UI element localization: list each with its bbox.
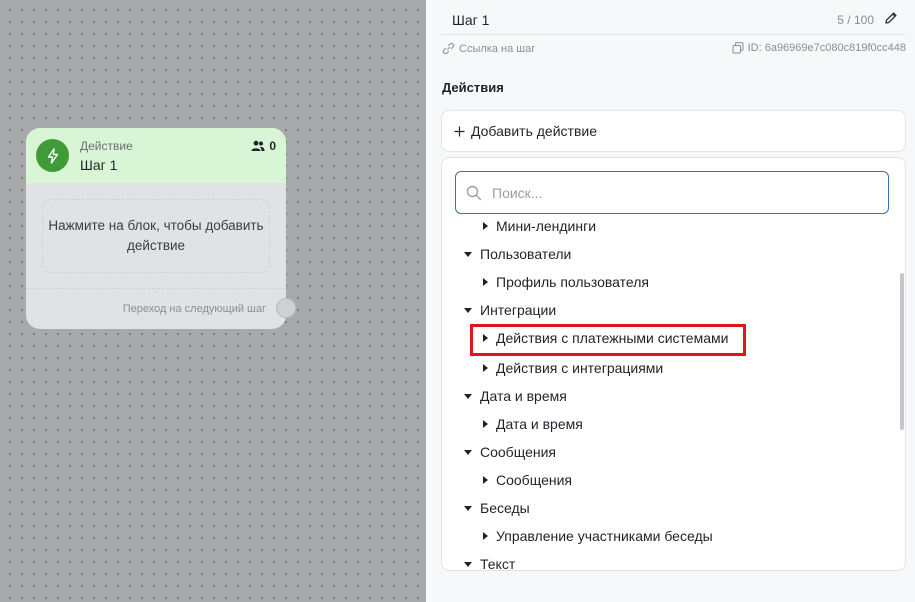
tree-group[interactable]: Сообщения: [464, 444, 556, 460]
link-icon: [442, 42, 455, 55]
tree-group[interactable]: Дата и время: [464, 388, 567, 404]
tree-group[interactable]: Интеграции: [464, 302, 556, 318]
node-header: Действие Шаг 1 0: [26, 128, 286, 183]
tree-item-label: Дата и время: [496, 416, 583, 432]
next-step-connector[interactable]: [276, 298, 296, 318]
step-link-label: Ссылка на шаг: [459, 42, 536, 55]
tree-item[interactable]: Дата и время: [483, 416, 583, 432]
plus-icon: [454, 126, 465, 136]
users-count: 0: [269, 139, 276, 153]
tree-item-label: Действия с интеграциями: [496, 360, 664, 376]
tree-group-label: Пользователи: [480, 246, 572, 262]
step-link[interactable]: Ссылка на шаг: [442, 42, 535, 55]
lightning-icon: [36, 139, 69, 172]
tree-group[interactable]: Беседы: [464, 500, 530, 516]
caret-right-icon: [483, 222, 488, 230]
tree-item[interactable]: Мини-лендинги: [483, 218, 596, 234]
tree-group-label: Текст: [480, 556, 516, 571]
caret-down-icon: [464, 307, 472, 313]
highlight-box: [470, 324, 746, 356]
tree-item-label: Управление участниками беседы: [496, 528, 713, 544]
tree-group-label: Интеграции: [480, 302, 557, 318]
tree-group-label: Беседы: [480, 500, 530, 516]
caret-right-icon: [483, 532, 488, 540]
caret-down-icon: [464, 561, 472, 567]
tree-item[interactable]: Сообщения: [483, 472, 572, 488]
tree-item-label: Сообщения: [496, 472, 572, 488]
caret-down-icon: [464, 251, 472, 257]
add-action-button[interactable]: Добавить действие: [441, 110, 906, 152]
next-step-label: Переход на следующий шаг: [122, 303, 266, 315]
tree-item[interactable]: Управление участниками беседы: [483, 528, 713, 544]
tree-item[interactable]: Профиль пользователя: [483, 274, 649, 290]
step-id-value: ID: 6a96969e7c080c819f0cc448: [747, 42, 906, 54]
copy-icon: [732, 42, 744, 54]
node-add-action-hint[interactable]: Нажмите на блок, чтобы добавить действие: [42, 199, 270, 273]
tree-item-label: Мини-лендинги: [496, 218, 597, 234]
action-type-dropdown: Мини-лендинги Пользователи Профиль польз…: [441, 157, 906, 571]
pencil-icon[interactable]: [884, 11, 898, 30]
caret-right-icon: [483, 364, 488, 372]
tree-item-label: Профиль пользователя: [496, 274, 649, 290]
step-id[interactable]: ID: 6a96969e7c080c819f0cc448: [732, 42, 906, 54]
caret-right-icon: [483, 278, 488, 286]
tree-group-label: Сообщения: [480, 444, 556, 460]
dropdown-scrollbar[interactable]: [900, 273, 904, 430]
tree-group[interactable]: Пользователи: [464, 246, 571, 262]
step-settings-panel: Шаг 1 5 / 100 Ссылка на шаг ID: 6a96969e…: [426, 0, 915, 602]
add-action-label: Добавить действие: [471, 123, 597, 139]
search-input[interactable]: [492, 180, 872, 206]
caret-down-icon: [464, 449, 472, 455]
search-box[interactable]: [455, 171, 889, 214]
tree-item[interactable]: Действия с интеграциями: [483, 360, 663, 376]
action-node[interactable]: Действие Шаг 1 0 Нажмите на блок, чтобы …: [26, 128, 296, 329]
caret-right-icon: [483, 476, 488, 484]
step-name-row: Шаг 1 5 / 100: [442, 0, 906, 35]
caret-down-icon: [464, 505, 472, 511]
search-icon: [466, 185, 482, 201]
flow-canvas[interactable]: Действие Шаг 1 0 Нажмите на блок, чтобы …: [0, 0, 426, 602]
step-meta-row: Ссылка на шаг ID: 6a96969e7c080c819f0cc4…: [442, 40, 906, 58]
node-users-counter: 0: [251, 139, 276, 153]
caret-down-icon: [464, 393, 472, 399]
users-icon: [251, 140, 265, 151]
node-title: Шаг 1: [80, 157, 118, 173]
node-type-label: Действие: [80, 139, 133, 153]
step-name-counter: 5 / 100: [837, 13, 874, 27]
node-divider: [26, 288, 286, 289]
tree-group[interactable]: Текст: [464, 556, 516, 571]
step-name[interactable]: Шаг 1: [452, 12, 489, 28]
tree-group-label: Дата и время: [480, 388, 567, 404]
action-category-tree: Мини-лендинги Пользователи Профиль польз…: [442, 214, 902, 571]
caret-right-icon: [483, 420, 488, 428]
actions-section-title: Действия: [442, 80, 504, 95]
